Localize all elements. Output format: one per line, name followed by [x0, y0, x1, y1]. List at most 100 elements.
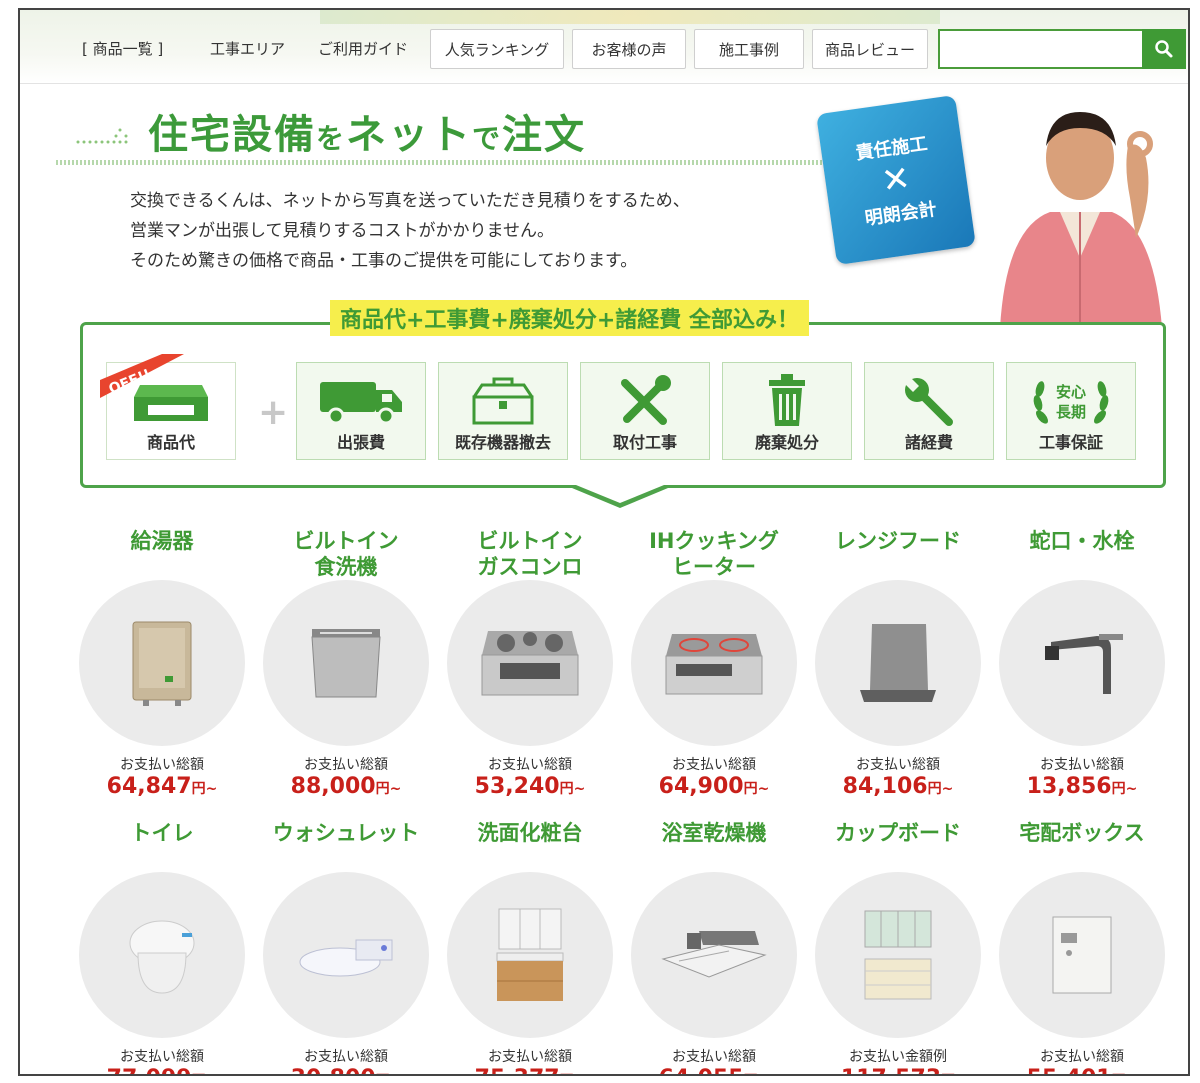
product-name: 給湯器 — [130, 529, 194, 553]
search-input[interactable] — [938, 29, 1142, 69]
range-hood-image — [860, 624, 936, 702]
cost-item-installation: 取付工事 — [580, 362, 710, 460]
product-image[interactable] — [263, 872, 429, 1038]
heading-dots-icon — [76, 128, 128, 144]
price-caption: お支払い総額 — [120, 757, 204, 773]
water-heater-image — [132, 621, 192, 706]
product-card-gas-stove[interactable]: ビルトイン ガスコンロ お支払い総額 53,240円~ — [438, 528, 622, 799]
nav-button-cases[interactable]: 施工事例 — [694, 29, 804, 69]
spokesperson-image — [1000, 112, 1162, 328]
cost-label: 工事保証 — [1038, 433, 1103, 452]
product-image[interactable] — [447, 872, 613, 1038]
product-card-washlet[interactable]: ウォシュレット お支払い総額 30,800円~ — [254, 820, 438, 1074]
cost-item-travel: 出張費 — [296, 362, 426, 460]
product-card-toilet[interactable]: トイレ お支払い総額 77,099円~ — [70, 820, 254, 1074]
intro-line: 営業マンが出張して見積りするコストがかかりません。 — [130, 221, 554, 241]
toilet-image — [129, 920, 195, 994]
product-name: 宅配ボックス — [1019, 821, 1145, 845]
wrench-icon — [905, 378, 953, 426]
price-caption: お支払い総額 — [488, 757, 572, 773]
trash-icon — [769, 374, 805, 426]
off-tag: OFF!! — [100, 354, 184, 398]
product-name: カップボード — [835, 821, 961, 845]
price-caption: お支払い総額 — [120, 1049, 204, 1065]
cost-item-warranty: 安心 長期 工事保証 — [1006, 362, 1136, 460]
product-card-vanity[interactable]: 洗面化粧台 お支払い総額 75,377円~ — [438, 820, 622, 1074]
cost-item-disposal: 廃棄処分 — [722, 362, 852, 460]
nav-button-ranking[interactable]: 人気ランキング — [430, 29, 564, 69]
nav-link-guide[interactable]: ご利用ガイド — [318, 38, 408, 59]
product-price: 77,099円~ — [70, 1066, 254, 1074]
nav-button-reviews[interactable]: 商品レビュー — [812, 29, 928, 69]
product-price: 64,900円~ — [658, 774, 770, 799]
product-card-bathroom-dryer[interactable]: 浴室乾燥機 お支払い総額 64,055円~ — [622, 820, 806, 1074]
top-nav: [ 商品一覧 ] 工事エリア ご利用ガイド 人気ランキング お客様の声 施工事例… — [20, 10, 1188, 84]
vanity-image — [496, 908, 564, 1001]
heading-underline — [56, 160, 956, 165]
product-image[interactable] — [447, 580, 613, 746]
page-frame: [ 商品一覧 ] 工事エリア ご利用ガイド 人気ランキング お客様の声 施工事例… — [18, 8, 1190, 1076]
laurel-icon: 安心 長期 — [1033, 381, 1109, 424]
bathroom-dryer-image — [661, 931, 767, 978]
price-caption: お支払い総額 — [1040, 1049, 1124, 1065]
cost-label: 廃棄処分 — [754, 433, 819, 452]
intro-text: 交換できるくんは、ネットから写真を送っていただき見積りをするため、 営業マンが出… — [130, 186, 690, 276]
price-caption: お支払い総額 — [488, 1049, 572, 1065]
intro-line: そのため驚きの価格で商品・工事のご提供を可能にしております。 — [130, 251, 638, 271]
product-name: 蛇口・水栓 — [1029, 529, 1135, 553]
cost-label: 既存機器撤去 — [454, 433, 551, 452]
cost-item-misc: 諸経費 — [864, 362, 994, 460]
faucet-image — [1045, 634, 1123, 694]
product-card-dishwasher[interactable]: ビルトイン 食洗機 お支払い総額 88,000円~ — [254, 528, 438, 799]
svg-text:長期: 長期 — [1056, 403, 1086, 421]
nav-link-area[interactable]: 工事エリア — [210, 38, 285, 59]
product-price: 64,847円~ — [106, 774, 218, 799]
gas-stove-image — [481, 631, 579, 696]
search-button[interactable] — [1142, 29, 1186, 69]
price-caption: お支払い総額 — [856, 757, 940, 773]
product-image[interactable] — [263, 580, 429, 746]
price-caption: お支払い総額 — [672, 1049, 756, 1065]
product-price: 13,856円~ — [1026, 774, 1138, 799]
product-card-ih-heater[interactable]: IHクッキング ヒーター お支払い総額 64,900円~ — [622, 528, 806, 799]
product-image[interactable] — [999, 872, 1165, 1038]
product-card-delivery-box[interactable]: 宅配ボックス お支払い総額 55,401円~ — [990, 820, 1174, 1074]
product-name: 浴室乾燥機 — [661, 821, 767, 845]
product-name: トイレ — [130, 821, 194, 845]
nav-link-product-list[interactable]: [ 商品一覧 ] — [82, 38, 163, 59]
all-included-banner: 商品代+工事費+廃棄処分+諸経費 全部込み！ — [330, 300, 809, 336]
banner-strip — [320, 10, 940, 24]
price-caption: お支払い総額 — [672, 757, 756, 773]
product-price: 75,377円~ — [438, 1066, 622, 1074]
cupboard-image — [864, 910, 932, 1000]
product-image[interactable] — [79, 580, 245, 746]
toolbox-icon — [472, 377, 534, 425]
nav-button-voices[interactable]: お客様の声 — [572, 29, 686, 69]
product-card-range-hood[interactable]: レンジフード お支払い総額 84,106円~ — [806, 528, 990, 799]
product-price: 117,573円 — [806, 1066, 990, 1074]
product-image[interactable] — [815, 872, 981, 1038]
ih-heater-image — [665, 634, 763, 695]
truck-icon — [320, 382, 402, 425]
page-title: 住宅設備をネットで注文 — [148, 112, 587, 158]
cost-label: 取付工事 — [612, 433, 677, 452]
cost-item-removal: 既存機器撤去 — [438, 362, 568, 460]
product-image[interactable] — [631, 872, 797, 1038]
product-card-water-heater[interactable]: 給湯器 お支払い総額 64,847円~ — [70, 528, 254, 799]
washlet-image — [299, 939, 393, 977]
product-image[interactable] — [79, 872, 245, 1038]
product-image[interactable] — [631, 580, 797, 746]
product-card-cupboard[interactable]: カップボード お支払い金額例 117,573円 — [806, 820, 990, 1074]
product-card-faucet[interactable]: 蛇口・水栓 お支払い総額 13,856円~ — [990, 528, 1174, 799]
product-name: ビルトイン ガスコンロ — [477, 529, 583, 579]
product-name: レンジフード — [835, 529, 961, 553]
product-name: IHクッキング ヒーター — [649, 529, 779, 579]
product-image[interactable] — [999, 580, 1165, 746]
product-name: 洗面化粧台 — [477, 821, 583, 845]
search-icon — [1155, 40, 1173, 58]
delivery-box-image — [1052, 916, 1112, 994]
product-image[interactable] — [815, 580, 981, 746]
product-name: ビルトイン 食洗機 — [293, 529, 399, 579]
intro-line: 交換できるくんは、ネットから写真を送っていただき見積りをするため、 — [130, 191, 690, 211]
product-price: 64,055円~ — [622, 1066, 806, 1074]
